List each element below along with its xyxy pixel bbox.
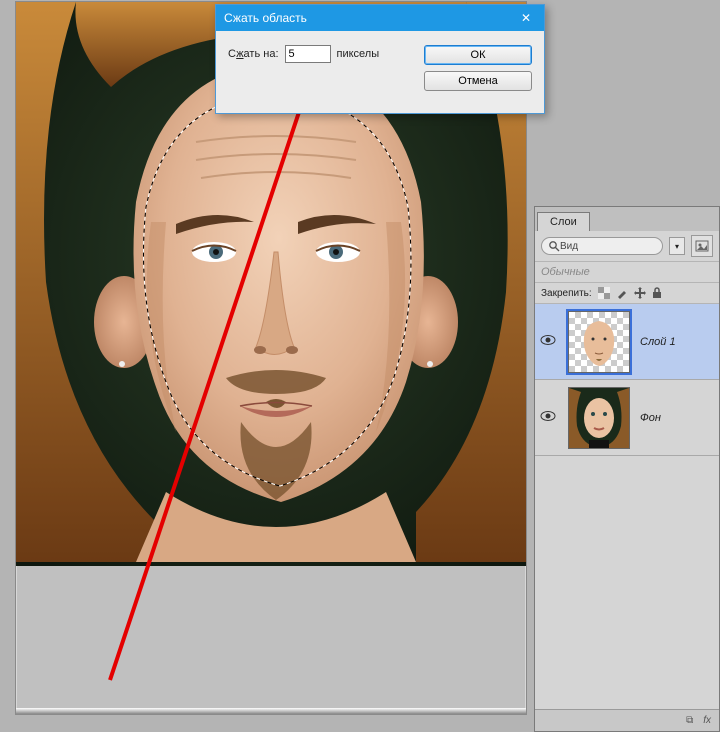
layers-list: Слой 1 Фон bbox=[535, 304, 719, 709]
layer-thumbnail[interactable] bbox=[568, 311, 630, 373]
layer-name[interactable]: Слой 1 bbox=[640, 336, 676, 348]
panel-footer: ⧉ fx bbox=[535, 709, 719, 731]
layer-filter-dropdown[interactable]: Вид bbox=[541, 237, 663, 255]
scroll-region-bottom bbox=[16, 708, 526, 714]
fx-icon[interactable]: fx bbox=[703, 715, 711, 726]
ok-button[interactable]: ОК bbox=[424, 45, 532, 65]
dialog-title: Сжать область bbox=[224, 5, 307, 31]
layer-thumbnail[interactable] bbox=[568, 387, 630, 449]
layer-row[interactable]: Слой 1 bbox=[535, 304, 719, 380]
lock-label: Закрепить: bbox=[541, 288, 592, 299]
dialog-titlebar[interactable]: Сжать область ✕ bbox=[216, 5, 544, 31]
search-icon bbox=[548, 240, 560, 252]
lock-all-icon[interactable] bbox=[652, 287, 662, 299]
filter-stepper[interactable]: ▾ bbox=[669, 237, 685, 255]
eye-icon bbox=[540, 334, 556, 346]
contract-amount-input[interactable] bbox=[285, 45, 331, 63]
layers-panel: Слои Вид ▾ Обычные Закрепить: bbox=[534, 206, 720, 732]
visibility-toggle[interactable] bbox=[538, 410, 558, 425]
filter-mode-label: Вид bbox=[560, 241, 656, 252]
filter-image-icon[interactable] bbox=[691, 235, 713, 257]
layer-row[interactable]: Фон bbox=[535, 380, 719, 456]
lock-move-icon[interactable] bbox=[634, 287, 646, 299]
visibility-toggle[interactable] bbox=[538, 334, 558, 349]
panel-tabs: Слои bbox=[535, 207, 719, 231]
lock-transparency-icon[interactable] bbox=[598, 287, 610, 299]
link-layers-icon[interactable]: ⧉ bbox=[686, 715, 693, 726]
eye-icon bbox=[540, 410, 556, 422]
contract-selection-dialog: Сжать область ✕ Сжать на: пикселы ОК Отм… bbox=[215, 4, 545, 114]
blend-mode-dropdown[interactable]: Обычные bbox=[535, 262, 719, 283]
layer-name[interactable]: Фон bbox=[640, 412, 661, 424]
lock-brush-icon[interactable] bbox=[616, 287, 628, 299]
tab-layers[interactable]: Слои bbox=[537, 212, 590, 231]
contract-by-label: Сжать на: bbox=[228, 48, 279, 60]
lock-row: Закрепить: bbox=[535, 283, 719, 304]
close-icon[interactable]: ✕ bbox=[516, 5, 536, 31]
cancel-button[interactable]: Отмена bbox=[424, 71, 532, 91]
units-label: пикселы bbox=[337, 48, 380, 60]
